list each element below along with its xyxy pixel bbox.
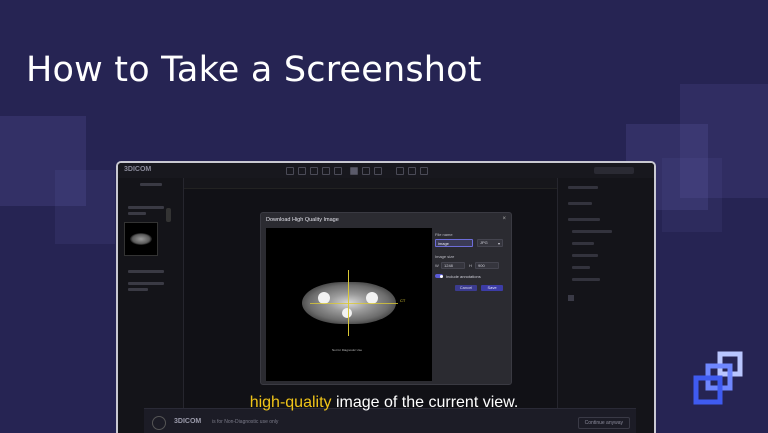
height-value: 900 — [478, 263, 485, 268]
include-annotations-toggle[interactable] — [435, 274, 443, 278]
caption-subtitle: high-quality image of the current view. — [0, 394, 768, 412]
panel-line — [572, 266, 590, 269]
format-value: JPG — [480, 240, 488, 245]
width-prefix: W — [435, 263, 439, 268]
panel-line — [568, 202, 592, 205]
series-sublabel — [128, 212, 146, 215]
include-annotations-label: Include annotations — [446, 274, 481, 279]
screenshot-tool-icon[interactable] — [350, 167, 358, 175]
file-name-input[interactable] — [435, 239, 473, 247]
download-dialog: Download High Quality Image × CT Not for… — [260, 212, 512, 385]
undo-icon[interactable] — [396, 167, 404, 175]
height-prefix: H — [469, 263, 472, 268]
slide-title: How to Take a Screenshot — [26, 50, 482, 90]
panel-line — [572, 278, 600, 281]
panel-line — [572, 242, 594, 245]
viewport-header — [184, 178, 557, 189]
window-level-icon[interactable] — [322, 167, 330, 175]
preview-caption: Not for Diagnostic Use — [332, 348, 363, 352]
app-logo: 3DICOM — [124, 166, 152, 173]
series-thumbnail[interactable] — [124, 222, 158, 256]
panel-line — [568, 186, 598, 189]
brand-logo-icon — [693, 351, 743, 405]
cancel-button[interactable]: Cancel — [455, 285, 477, 291]
settings-icon[interactable] — [408, 167, 416, 175]
continue-button[interactable]: Continue anyway — [577, 417, 630, 429]
series-label — [128, 206, 164, 209]
panel-line — [572, 254, 598, 257]
decorative-shape — [55, 170, 115, 244]
panel-scrollbar[interactable] — [166, 208, 171, 222]
image-preview: CT Not for Diagnostic Use — [266, 228, 432, 381]
share-icon[interactable] — [420, 167, 428, 175]
disclaimer-text: is for Non-Diagnostic use only — [212, 419, 279, 425]
close-icon[interactable]: × — [502, 216, 506, 222]
layout-tool-icon[interactable] — [362, 167, 370, 175]
color-swatch[interactable] — [568, 295, 574, 301]
dialog-title: Download High Quality Image — [266, 217, 339, 223]
info-icon — [152, 416, 166, 430]
panel-line — [568, 218, 600, 221]
width-input[interactable]: 1248 — [441, 262, 465, 269]
crosshair-horizontal — [310, 303, 398, 304]
decorative-shape — [662, 158, 722, 232]
caption-text: image of the current view. — [331, 394, 519, 411]
measure-tool-icon[interactable] — [310, 167, 318, 175]
panel-line — [572, 230, 612, 233]
series-label — [128, 288, 148, 291]
panel-heading — [140, 183, 162, 186]
image-size-label: Image size — [435, 254, 455, 259]
rotate-tool-icon[interactable] — [334, 167, 342, 175]
zoom-tool-icon[interactable] — [286, 167, 294, 175]
save-button[interactable]: Save — [481, 285, 503, 291]
caption-highlight: high-quality — [249, 394, 332, 411]
chevron-down-icon: ▾ — [497, 241, 500, 246]
format-select[interactable]: JPG ▾ — [477, 239, 503, 247]
series-label — [128, 282, 164, 285]
ct-scan-detail — [342, 308, 352, 318]
measurement-tag: CT — [400, 298, 406, 303]
app-toolbar: 3DICOM — [118, 163, 654, 179]
height-input[interactable]: 900 — [475, 262, 499, 269]
series-label — [128, 270, 164, 273]
reset-tool-icon[interactable] — [374, 167, 382, 175]
width-value: 1248 — [444, 263, 453, 268]
disclaimer-logo: 3DICOM — [174, 418, 202, 425]
account-menu[interactable] — [594, 167, 634, 174]
file-name-label: File name — [435, 232, 453, 237]
pan-tool-icon[interactable] — [298, 167, 306, 175]
